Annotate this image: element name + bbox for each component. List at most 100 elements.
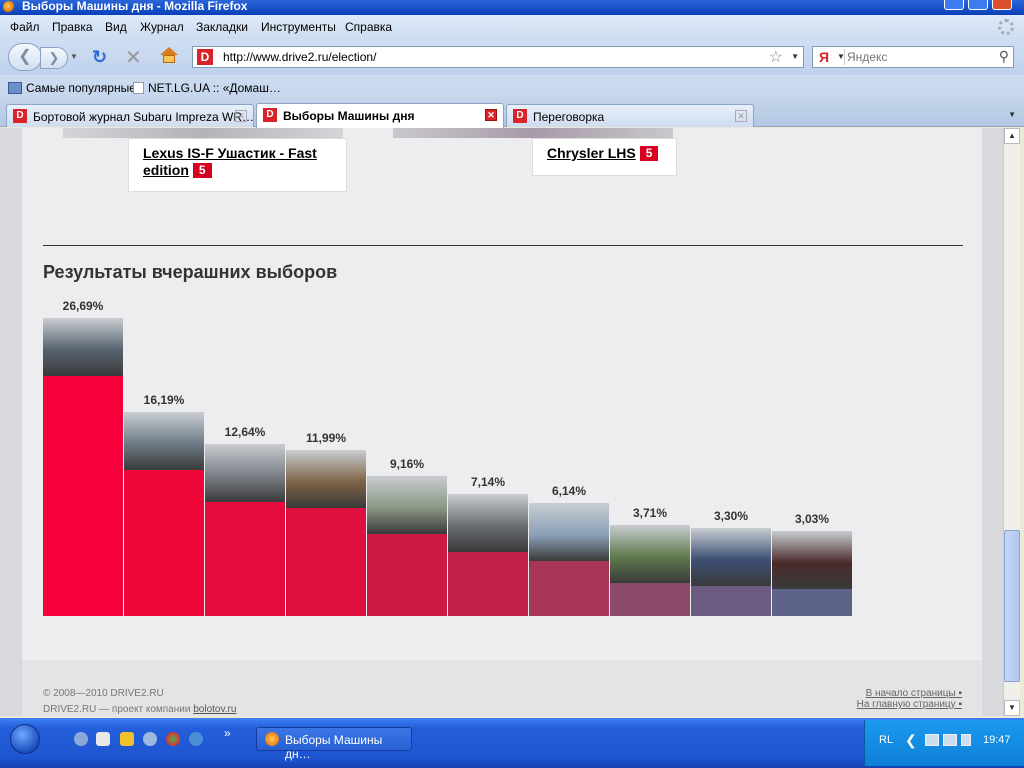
car-thumbnail[interactable] xyxy=(43,317,123,376)
quicklaunch-save-icon[interactable] xyxy=(96,732,110,746)
car-thumbnail[interactable] xyxy=(610,524,690,583)
menu-file[interactable]: Файл xyxy=(10,20,40,34)
company-link[interactable]: bolotov.ru xyxy=(193,704,236,715)
stop-icon[interactable]: ✕ xyxy=(125,45,142,70)
menu-edit[interactable]: Правка xyxy=(52,20,93,34)
chart-bar xyxy=(43,375,123,616)
yandex-icon[interactable]: Я xyxy=(819,49,829,65)
tray-expand-icon[interactable]: ❮ xyxy=(905,732,917,749)
window-titlebar: Выборы Машины дня - Mozilla Firefox xyxy=(0,0,1024,15)
results-heading: Результаты вчерашних выборов xyxy=(43,262,338,282)
menu-history[interactable]: Журнал xyxy=(140,20,184,34)
tab-subaru[interactable]: D Бортовой журнал Subaru Impreza WR… ✕ xyxy=(6,104,254,127)
address-bar[interactable]: D http://www.drive2.ru/election/ ☆ ▼ xyxy=(192,46,804,68)
clock: 19:47 xyxy=(983,734,1011,746)
car-thumbnail[interactable] xyxy=(205,444,285,503)
candidate-name-link[interactable]: Lexus IS-F Ушастик - Fast edition xyxy=(143,145,317,178)
quicklaunch-more-icon[interactable]: » xyxy=(224,726,231,740)
chart-bar xyxy=(610,582,690,616)
quicklaunch-tool-icon[interactable] xyxy=(120,732,134,746)
volume-icon[interactable] xyxy=(961,734,971,746)
tab-list-dropdown-icon[interactable]: ▼ xyxy=(1008,110,1016,119)
chart-bar xyxy=(124,470,204,616)
maximize-button[interactable] xyxy=(968,0,988,10)
page-viewport: Lexus IS-F Ушастик - Fast edition 5 Chrys… xyxy=(0,128,1003,716)
menu-view[interactable]: Вид xyxy=(105,20,127,34)
throbber-icon xyxy=(998,19,1014,35)
start-button[interactable] xyxy=(10,724,40,754)
bookmark-star-icon[interactable]: ☆ xyxy=(769,47,783,67)
car-thumbnail[interactable] xyxy=(691,528,771,587)
tab-label: Переговорка xyxy=(533,110,605,124)
home-icon[interactable] xyxy=(160,47,178,63)
firefox-icon xyxy=(265,732,279,746)
candidate-card: Lexus IS-F Ушастик - Fast edition 5 xyxy=(128,138,347,192)
history-dropdown-icon[interactable]: ▼ xyxy=(70,52,78,61)
tab-pereg[interactable]: D Переговорка ✕ xyxy=(506,104,754,127)
tab-strip: D Бортовой журнал Subaru Impreza WR… ✕ D… xyxy=(0,101,1024,128)
page-icon xyxy=(133,82,144,94)
search-divider xyxy=(844,49,845,65)
quicklaunch-ie-icon[interactable] xyxy=(189,732,203,746)
quicklaunch-chrome-icon[interactable] xyxy=(166,732,180,746)
network-icon[interactable] xyxy=(925,734,939,746)
car-thumbnail[interactable] xyxy=(772,530,852,589)
scroll-down-button[interactable]: ▼ xyxy=(1004,700,1020,716)
address-text[interactable]: http://www.drive2.ru/election/ xyxy=(223,50,376,64)
candidate-name-link[interactable]: Chrysler LHS xyxy=(547,145,636,161)
page-content: Lexus IS-F Ушастик - Fast edition 5 Chrys… xyxy=(22,128,982,716)
scrollbar-thumb[interactable] xyxy=(1004,530,1020,682)
chart-data-label: 16,19% xyxy=(143,393,185,408)
navigation-toolbar: ❮ ❯ ▼ ↻ ✕ D http://www.drive2.ru/electio… xyxy=(0,39,1024,75)
car-thumbnail[interactable] xyxy=(448,493,528,552)
to-home-link[interactable]: На главную страницу xyxy=(857,699,962,710)
chart-bar xyxy=(205,502,285,616)
car-thumbnail[interactable] xyxy=(124,412,204,471)
chart-bar xyxy=(286,508,366,616)
reload-icon[interactable]: ↻ xyxy=(92,47,107,68)
scroll-up-button[interactable]: ▲ xyxy=(1004,128,1020,144)
chart-data-label: 3,30% xyxy=(713,509,749,524)
taskbar-window-button[interactable]: Выборы Машины дн… xyxy=(256,727,412,761)
close-tab-icon[interactable]: ✕ xyxy=(485,109,497,121)
back-button[interactable]: ❮ xyxy=(8,43,42,71)
bookmarks-toolbar: Самые популярные NET.LG.UA :: «Домаш… xyxy=(0,75,1024,101)
car-thumbnail[interactable] xyxy=(286,450,366,509)
chart-data-label: 3,71% xyxy=(632,505,668,520)
chart-bar xyxy=(367,533,447,616)
vote-count-badge: 5 xyxy=(192,163,212,178)
bookmark-most-visited[interactable]: Самые популярные xyxy=(8,81,136,95)
url-dropdown-icon[interactable]: ▼ xyxy=(791,52,799,61)
menu-bookmarks[interactable]: Закладки xyxy=(196,20,248,34)
bookmark-netlg[interactable]: NET.LG.UA :: «Домаш… xyxy=(133,81,281,95)
car-thumbnail[interactable] xyxy=(367,475,447,534)
to-top-link[interactable]: В начало страницы xyxy=(866,688,962,699)
tab-election[interactable]: D Выборы Машины дня ✕ xyxy=(256,103,504,128)
section-divider xyxy=(43,245,963,246)
close-window-button[interactable] xyxy=(992,0,1012,10)
drive2-favicon-icon: D xyxy=(13,109,27,123)
quicklaunch-globe-icon[interactable] xyxy=(74,732,88,746)
menu-tools[interactable]: Инструменты xyxy=(261,20,336,34)
forward-button[interactable]: ❯ xyxy=(40,47,68,69)
candidate-photo[interactable] xyxy=(63,128,343,138)
folder-icon xyxy=(8,82,22,94)
window-title: Выборы Машины дня - Mozilla Firefox xyxy=(22,0,248,13)
quicklaunch-disc-icon[interactable] xyxy=(143,732,157,746)
minimize-button[interactable] xyxy=(944,0,964,10)
search-bar[interactable]: Я ▼ ⚲ xyxy=(812,46,1014,68)
close-tab-icon[interactable]: ✕ xyxy=(235,110,247,122)
drive2-favicon-icon: D xyxy=(263,108,277,122)
language-indicator[interactable]: RL xyxy=(879,734,893,746)
site-favicon-icon: D xyxy=(197,49,213,65)
candidate-photo[interactable] xyxy=(393,128,673,138)
vertical-scrollbar[interactable]: ▲ ▼ xyxy=(1003,128,1020,716)
chart-data-label: 11,99% xyxy=(305,431,347,446)
menu-help[interactable]: Справка xyxy=(345,20,392,34)
network-icon[interactable] xyxy=(943,734,957,746)
search-icon[interactable]: ⚲ xyxy=(999,48,1009,65)
car-thumbnail[interactable] xyxy=(529,502,609,561)
bookmark-label: Самые популярные xyxy=(26,81,136,95)
search-input[interactable] xyxy=(847,49,987,65)
close-tab-icon[interactable]: ✕ xyxy=(735,110,747,122)
